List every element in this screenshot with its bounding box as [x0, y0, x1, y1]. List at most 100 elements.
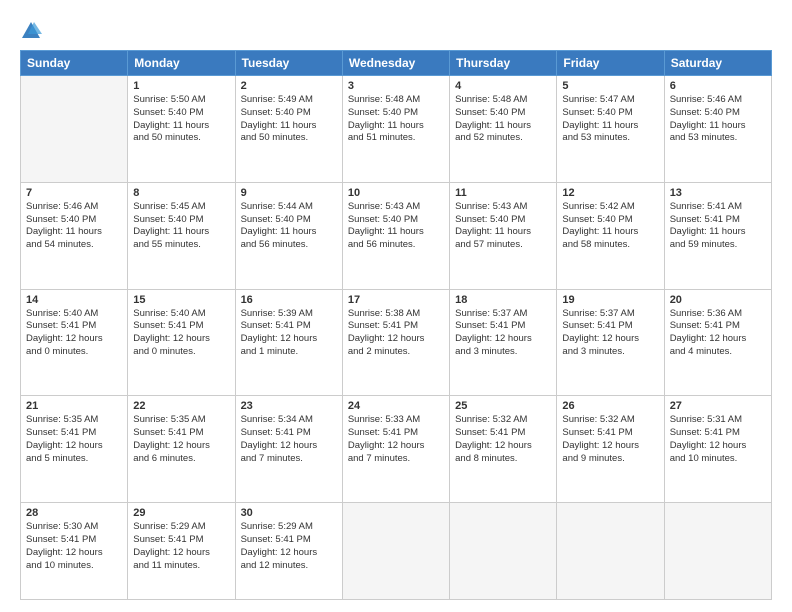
calendar-cell: 17Sunrise: 5:38 AM Sunset: 5:41 PM Dayli… [342, 289, 449, 396]
day-info: Sunrise: 5:35 AM Sunset: 5:41 PM Dayligh… [133, 414, 229, 465]
calendar-cell: 6 Sunrise: 5:46 AM Sunset: 5:40 PM Daylig… [664, 76, 771, 183]
calendar-cell [664, 503, 771, 600]
logo-icon [20, 20, 42, 42]
day-info: Sunrise: 5:42 AM Sunset: 5:40 PM Dayligh… [562, 201, 658, 252]
calendar-cell: 3Sunrise: 5:48 AM Sunset: 5:40 PM Daylig… [342, 76, 449, 183]
day-info: Sunrise: 5:37 AM Sunset: 5:41 PM Dayligh… [562, 308, 658, 359]
day-number: 12 [562, 187, 658, 199]
calendar-cell: 20 Sunrise: 5:36 AM Sunset: 5:41 PM Dayli… [664, 289, 771, 396]
calendar-cell [557, 503, 664, 600]
calendar-cell: 22 Sunrise: 5:35 AM Sunset: 5:41 PM Dayli… [128, 396, 235, 503]
calendar-cell: 14 Sunrise: 5:40 AM Sunset: 5:41 PM Dayli… [21, 289, 128, 396]
day-number: 16 [241, 294, 337, 306]
calendar-cell: 7 Sunrise: 5:46 AM Sunset: 5:40 PM Daylig… [21, 182, 128, 289]
weekday-header-row: SundayMondayTuesdayWednesdayThursdayFrid… [21, 51, 772, 76]
day-number: 27 [670, 400, 766, 412]
day-number: 5 [562, 80, 658, 92]
day-number: 20 [670, 294, 766, 306]
day-info: Sunrise: 5:38 AM Sunset: 5:41 PM Dayligh… [348, 308, 444, 359]
calendar-cell: 1 Sunrise: 5:50 AM Sunset: 5:40 PM Daylig… [128, 76, 235, 183]
calendar-cell: 16 Sunrise: 5:39 AM Sunset: 5:41 PM Dayli… [235, 289, 342, 396]
calendar-week-row-4: 21 Sunrise: 5:35 AM Sunset: 5:41 PM Dayli… [21, 396, 772, 503]
calendar-cell: 9 Sunrise: 5:44 AM Sunset: 5:40 PM Daylig… [235, 182, 342, 289]
day-info: Sunrise: 5:43 AM Sunset: 5:40 PM Dayligh… [348, 201, 444, 252]
day-info: Sunrise: 5:31 AM Sunset: 5:41 PM Dayligh… [670, 414, 766, 465]
day-number: 11 [455, 187, 551, 199]
day-number: 23 [241, 400, 337, 412]
day-number: 21 [26, 400, 122, 412]
calendar-week-row-2: 7 Sunrise: 5:46 AM Sunset: 5:40 PM Daylig… [21, 182, 772, 289]
calendar-cell: 26 Sunrise: 5:32 AM Sunset: 5:41 PM Dayli… [557, 396, 664, 503]
day-info: Sunrise: 5:32 AM Sunset: 5:41 PM Dayligh… [562, 414, 658, 465]
day-number: 4 [455, 80, 551, 92]
day-info: Sunrise: 5:46 AM Sunset: 5:40 PM Dayligh… [26, 201, 122, 252]
day-info: Sunrise: 5:39 AM Sunset: 5:41 PM Dayligh… [241, 308, 337, 359]
day-info: Sunrise: 5:47 AM Sunset: 5:40 PM Dayligh… [562, 94, 658, 145]
weekday-header-friday: Friday [557, 51, 664, 76]
day-info: Sunrise: 5:40 AM Sunset: 5:41 PM Dayligh… [133, 308, 229, 359]
calendar-week-row-1: 1 Sunrise: 5:50 AM Sunset: 5:40 PM Daylig… [21, 76, 772, 183]
calendar-cell: 13 Sunrise: 5:41 AM Sunset: 5:41 PM Dayli… [664, 182, 771, 289]
day-info: Sunrise: 5:34 AM Sunset: 5:41 PM Dayligh… [241, 414, 337, 465]
calendar-cell: 30 Sunrise: 5:29 AM Sunset: 5:41 PM Dayli… [235, 503, 342, 600]
calendar-week-row-3: 14 Sunrise: 5:40 AM Sunset: 5:41 PM Dayli… [21, 289, 772, 396]
day-info: Sunrise: 5:41 AM Sunset: 5:41 PM Dayligh… [670, 201, 766, 252]
day-number: 28 [26, 507, 122, 519]
day-number: 3 [348, 80, 444, 92]
day-number: 6 [670, 80, 766, 92]
day-number: 8 [133, 187, 229, 199]
day-number: 1 [133, 80, 229, 92]
calendar-cell [21, 76, 128, 183]
day-info: Sunrise: 5:32 AM Sunset: 5:41 PM Dayligh… [455, 414, 551, 465]
day-number: 18 [455, 294, 551, 306]
calendar-cell: 15 Sunrise: 5:40 AM Sunset: 5:41 PM Dayli… [128, 289, 235, 396]
calendar-table: SundayMondayTuesdayWednesdayThursdayFrid… [20, 50, 772, 600]
day-info: Sunrise: 5:29 AM Sunset: 5:41 PM Dayligh… [133, 521, 229, 572]
logo [20, 18, 46, 42]
day-number: 9 [241, 187, 337, 199]
day-info: Sunrise: 5:49 AM Sunset: 5:40 PM Dayligh… [241, 94, 337, 145]
calendar-cell: 24 Sunrise: 5:33 AM Sunset: 5:41 PM Dayli… [342, 396, 449, 503]
day-number: 26 [562, 400, 658, 412]
calendar-week-row-5: 28 Sunrise: 5:30 AM Sunset: 5:41 PM Dayli… [21, 503, 772, 600]
weekday-header-thursday: Thursday [450, 51, 557, 76]
day-info: Sunrise: 5:36 AM Sunset: 5:41 PM Dayligh… [670, 308, 766, 359]
day-number: 24 [348, 400, 444, 412]
page: SundayMondayTuesdayWednesdayThursdayFrid… [0, 0, 792, 612]
calendar-cell [450, 503, 557, 600]
day-info: Sunrise: 5:40 AM Sunset: 5:41 PM Dayligh… [26, 308, 122, 359]
calendar-cell: 25Sunrise: 5:32 AM Sunset: 5:41 PM Dayli… [450, 396, 557, 503]
day-info: Sunrise: 5:44 AM Sunset: 5:40 PM Dayligh… [241, 201, 337, 252]
day-number: 30 [241, 507, 337, 519]
day-info: Sunrise: 5:45 AM Sunset: 5:40 PM Dayligh… [133, 201, 229, 252]
day-number: 7 [26, 187, 122, 199]
calendar-cell [342, 503, 449, 600]
day-number: 15 [133, 294, 229, 306]
calendar-cell: 21Sunrise: 5:35 AM Sunset: 5:41 PM Dayli… [21, 396, 128, 503]
calendar-cell: 2 Sunrise: 5:49 AM Sunset: 5:40 PM Daylig… [235, 76, 342, 183]
day-number: 2 [241, 80, 337, 92]
day-info: Sunrise: 5:43 AM Sunset: 5:40 PM Dayligh… [455, 201, 551, 252]
calendar-cell: 4Sunrise: 5:48 AM Sunset: 5:40 PM Daylig… [450, 76, 557, 183]
day-number: 10 [348, 187, 444, 199]
day-info: Sunrise: 5:50 AM Sunset: 5:40 PM Dayligh… [133, 94, 229, 145]
calendar-cell: 12 Sunrise: 5:42 AM Sunset: 5:40 PM Dayli… [557, 182, 664, 289]
calendar-cell: 10 Sunrise: 5:43 AM Sunset: 5:40 PM Dayli… [342, 182, 449, 289]
day-number: 13 [670, 187, 766, 199]
day-info: Sunrise: 5:30 AM Sunset: 5:41 PM Dayligh… [26, 521, 122, 572]
day-number: 22 [133, 400, 229, 412]
calendar-cell: 29Sunrise: 5:29 AM Sunset: 5:41 PM Dayli… [128, 503, 235, 600]
day-number: 19 [562, 294, 658, 306]
day-number: 14 [26, 294, 122, 306]
calendar-cell: 8 Sunrise: 5:45 AM Sunset: 5:40 PM Daylig… [128, 182, 235, 289]
day-info: Sunrise: 5:29 AM Sunset: 5:41 PM Dayligh… [241, 521, 337, 572]
day-info: Sunrise: 5:46 AM Sunset: 5:40 PM Dayligh… [670, 94, 766, 145]
calendar-cell: 23 Sunrise: 5:34 AM Sunset: 5:41 PM Dayli… [235, 396, 342, 503]
calendar-cell: 5 Sunrise: 5:47 AM Sunset: 5:40 PM Daylig… [557, 76, 664, 183]
weekday-header-tuesday: Tuesday [235, 51, 342, 76]
weekday-header-wednesday: Wednesday [342, 51, 449, 76]
calendar-cell: 18 Sunrise: 5:37 AM Sunset: 5:41 PM Dayli… [450, 289, 557, 396]
day-info: Sunrise: 5:33 AM Sunset: 5:41 PM Dayligh… [348, 414, 444, 465]
day-info: Sunrise: 5:37 AM Sunset: 5:41 PM Dayligh… [455, 308, 551, 359]
calendar-cell: 11 Sunrise: 5:43 AM Sunset: 5:40 PM Dayli… [450, 182, 557, 289]
